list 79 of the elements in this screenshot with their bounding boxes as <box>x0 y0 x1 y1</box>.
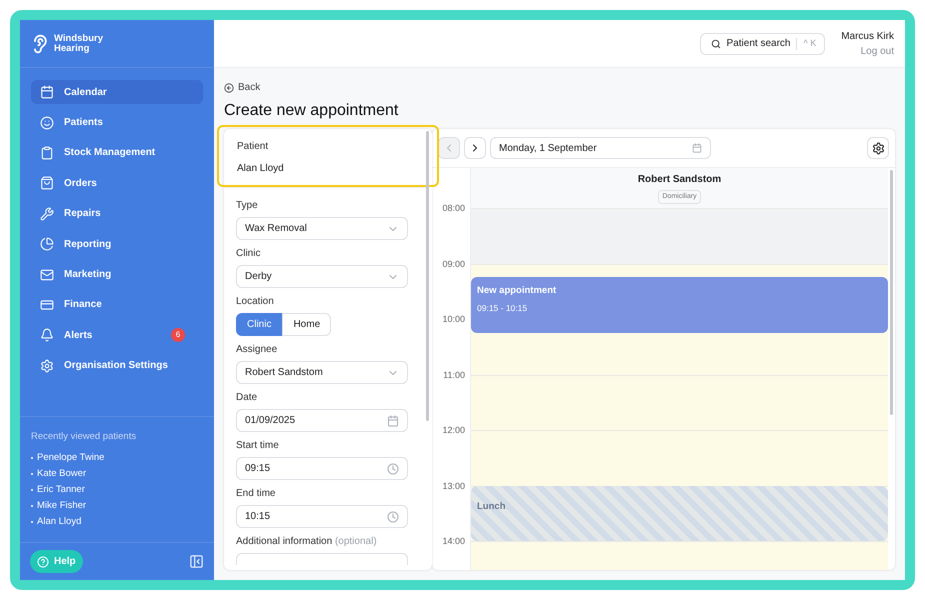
next-button[interactable] <box>464 137 486 159</box>
bell-icon <box>40 328 54 342</box>
clipboard-icon <box>40 146 54 160</box>
calendar-icon <box>40 85 54 100</box>
logout-link[interactable]: Log out <box>860 44 894 58</box>
nav-item[interactable]: Alerts 6 <box>31 323 203 348</box>
lunch-title: Lunch <box>477 500 506 512</box>
nav-item[interactable]: Organisation Settings <box>31 354 203 378</box>
field-label: End time <box>236 487 276 501</box>
staff-name: Robert Sandstom <box>638 172 722 187</box>
field-label: Additional information (optional) <box>236 535 378 549</box>
field-label: Date <box>236 391 258 405</box>
nav-item[interactable]: Stock Management <box>31 140 203 166</box>
brand-name: Windsbury Hearing <box>54 34 104 54</box>
settings-icon <box>40 358 54 373</box>
card-icon <box>40 298 54 312</box>
appointment-block[interactable]: New appointment 09:15 - 10:15 <box>471 277 888 333</box>
scrollbar[interactable] <box>890 170 893 415</box>
hour-label: 12:00 <box>442 424 465 437</box>
clock-icon <box>387 462 399 474</box>
settings-button[interactable] <box>867 137 889 159</box>
nav-item[interactable]: Orders <box>31 171 203 196</box>
clock-icon <box>387 510 399 522</box>
shortcut-hint: ^ K <box>803 36 816 50</box>
help-icon <box>37 556 49 568</box>
recent-patient-link[interactable]: Kate Bower <box>31 466 203 482</box>
user-name: Marcus Kirk <box>841 30 894 44</box>
date-field[interactable]: 01/09/2025 <box>236 409 408 432</box>
back-link[interactable]: Back <box>224 80 260 95</box>
pie-chart-icon <box>40 237 54 252</box>
date-picker-field[interactable]: Monday, 1 September <box>490 137 711 159</box>
location-toggle[interactable]: Home <box>282 313 332 336</box>
select-field[interactable]: Wax Removal <box>236 217 408 240</box>
field-label: Assignee <box>236 343 278 357</box>
patient-name: Alan Lloyd <box>237 162 285 176</box>
hour-label: 11:00 <box>443 368 465 382</box>
select-field[interactable]: Robert Sandstom <box>236 361 408 384</box>
recent-patient-link[interactable]: Penelope Twine <box>31 450 203 466</box>
nav-item[interactable]: Repairs <box>31 202 203 226</box>
appointment-title: New appointment <box>477 284 558 298</box>
hour-label: 10:00 <box>442 313 465 326</box>
scrollbar[interactable] <box>426 131 429 421</box>
calendar-icon <box>692 143 702 153</box>
nav-item[interactable]: Patients <box>31 110 203 135</box>
location-toggle[interactable]: Clinic <box>236 313 282 336</box>
hour-label: 14:00 <box>442 535 465 548</box>
calendar-icon <box>387 414 399 426</box>
nav-item[interactable]: Reporting <box>31 232 203 256</box>
field-label: Location <box>236 295 275 309</box>
field-label: Start time <box>236 439 280 453</box>
select-field[interactable]: Derby <box>236 265 408 288</box>
bag-icon <box>40 176 54 190</box>
search-icon <box>710 38 721 48</box>
smiley-icon <box>40 116 54 130</box>
nav-item[interactable]: Marketing <box>31 262 203 287</box>
recent-patient-link[interactable]: Alan Lloyd <box>31 514 203 530</box>
text-area[interactable] <box>236 553 408 565</box>
recent-patient-link[interactable]: Mike Fisher <box>31 498 203 514</box>
section-title: Recently viewed patients <box>31 430 138 444</box>
settings-icon <box>872 142 884 154</box>
page-title: Create new appointment <box>224 101 400 121</box>
recent-patient-link[interactable]: Eric Tanner <box>31 482 203 498</box>
nav-item[interactable]: Calendar <box>31 80 203 104</box>
field-label: Clinic <box>236 247 262 261</box>
help-button[interactable]: Help <box>30 550 83 573</box>
field-label: Type <box>236 199 259 213</box>
appointment-time: 09:15 - 10:15 <box>477 302 528 314</box>
hour-label: 08:00 <box>442 202 465 215</box>
patient-search-button[interactable]: Patient search ^ K <box>700 32 826 54</box>
wrench-icon <box>40 206 54 221</box>
hour-label: 09:00 <box>442 258 465 270</box>
nav-item[interactable]: Finance <box>31 292 203 318</box>
collapse-sidebar-icon[interactable] <box>189 554 204 569</box>
envelope-icon <box>40 268 54 282</box>
field-label: Patient <box>237 140 270 154</box>
time-field[interactable]: 10:15 <box>236 505 408 528</box>
count-badge: 6 <box>171 328 185 342</box>
time-field[interactable]: 09:15 <box>236 457 408 480</box>
hour-label: 13:00 <box>442 480 465 492</box>
